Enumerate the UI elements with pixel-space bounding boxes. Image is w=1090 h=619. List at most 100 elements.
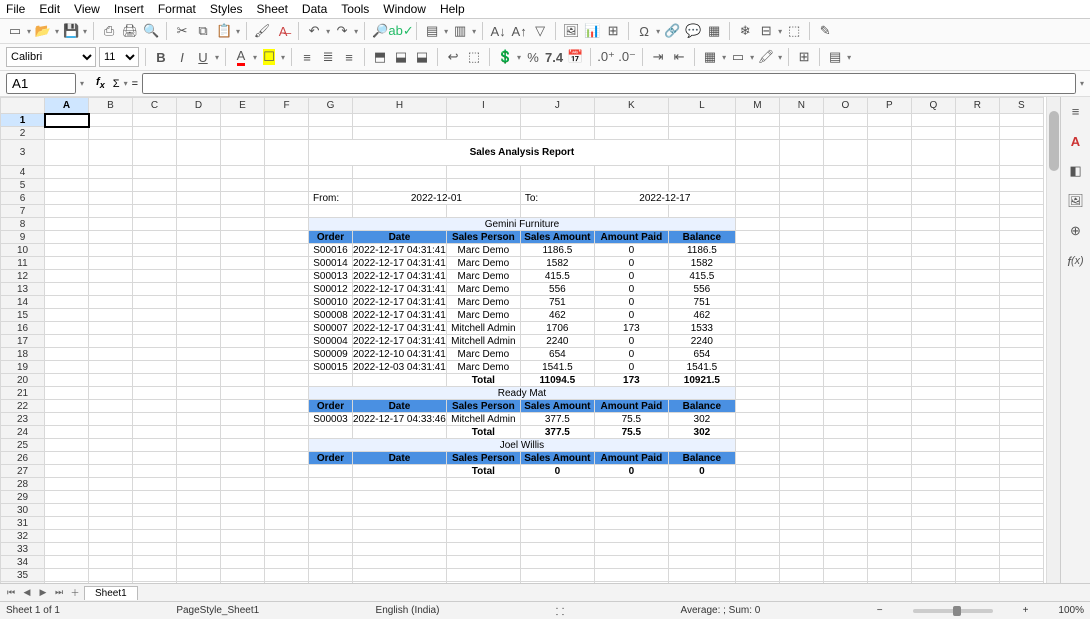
cell[interactable] [999,582,1043,584]
cell[interactable]: S00004 [309,335,353,348]
cell[interactable] [779,192,823,205]
cell[interactable] [520,127,594,140]
cell[interactable] [177,400,221,413]
cell[interactable] [265,452,309,465]
cell[interactable] [177,530,221,543]
wrap-icon[interactable]: ↩ [444,48,462,66]
cell[interactable] [779,582,823,584]
cell[interactable] [999,400,1043,413]
cell[interactable] [133,374,177,387]
cell[interactable] [221,244,265,257]
cell[interactable] [955,140,999,166]
cell[interactable]: 0 [594,296,668,309]
cell[interactable]: Order [309,452,353,465]
copy-icon[interactable]: ⧉ [194,22,212,40]
cell[interactable] [221,517,265,530]
cell[interactable] [735,296,779,309]
cell[interactable]: 1186.5 [520,244,594,257]
row-header-11[interactable]: 11 [1,257,45,270]
cell[interactable] [955,504,999,517]
row-header-7[interactable]: 7 [1,205,45,218]
cell[interactable]: 2022-12-17 04:31:41 [353,244,447,257]
cell[interactable] [221,179,265,192]
cell[interactable] [867,452,911,465]
cell[interactable] [265,140,309,166]
row-header-30[interactable]: 30 [1,504,45,517]
cell[interactable] [779,296,823,309]
cell[interactable] [999,413,1043,426]
cell[interactable]: 1533 [668,322,735,335]
row-header-24[interactable]: 24 [1,426,45,439]
tab-first-icon[interactable]: ⏮ [4,587,18,598]
menu-help[interactable]: Help [440,2,465,16]
cell[interactable] [779,322,823,335]
cell[interactable] [45,166,89,179]
column-header-C[interactable]: C [133,98,177,114]
cell[interactable] [221,205,265,218]
cell[interactable] [867,309,911,322]
cell[interactable] [45,296,89,309]
cell[interactable]: S00009 [309,348,353,361]
cell[interactable] [955,283,999,296]
status-selection-mode[interactable]: ⸬ [556,604,564,618]
cell[interactable] [89,296,133,309]
cell[interactable] [309,504,353,517]
row-header-18[interactable]: 18 [1,348,45,361]
cell[interactable] [133,270,177,283]
cell[interactable]: Order [309,231,353,244]
cell[interactable] [779,517,823,530]
menu-edit[interactable]: Edit [39,2,60,16]
cell[interactable] [520,582,594,584]
cell[interactable] [265,556,309,569]
cell[interactable] [867,322,911,335]
print-icon[interactable]: 🖨 [121,22,139,40]
cell[interactable] [955,270,999,283]
cell[interactable] [867,283,911,296]
cell[interactable] [177,478,221,491]
cell[interactable] [45,218,89,231]
cell[interactable] [520,556,594,569]
cell[interactable] [999,387,1043,400]
cell[interactable] [735,569,779,582]
cell[interactable] [133,166,177,179]
cell[interactable] [955,439,999,452]
cell[interactable] [999,192,1043,205]
cell[interactable] [89,205,133,218]
row-header-28[interactable]: 28 [1,478,45,491]
cell[interactable] [89,491,133,504]
cell[interactable] [309,374,353,387]
cell[interactable]: 2022-12-17 04:31:41 [353,283,447,296]
cell[interactable]: 75.5 [594,413,668,426]
cell[interactable] [999,166,1043,179]
cell[interactable] [735,270,779,283]
cell[interactable] [520,517,594,530]
cell[interactable] [133,335,177,348]
sidebar-styles-icon[interactable]: ◧ [1068,163,1084,179]
borders-icon[interactable]: ▦ [701,48,719,66]
cell[interactable] [999,296,1043,309]
cell[interactable] [45,192,89,205]
cell[interactable]: Marc Demo [446,270,520,283]
cell[interactable] [89,530,133,543]
cell[interactable] [779,400,823,413]
cell[interactable] [45,543,89,556]
cell[interactable] [867,491,911,504]
cell[interactable] [353,114,447,127]
cell[interactable] [265,543,309,556]
cell[interactable] [823,218,867,231]
cell[interactable] [823,348,867,361]
cell[interactable] [735,322,779,335]
cell[interactable] [133,140,177,166]
cell[interactable] [45,452,89,465]
cell[interactable] [353,465,447,478]
status-language[interactable]: English (India) [376,605,440,616]
column-header-J[interactable]: J [520,98,594,114]
cell[interactable] [735,400,779,413]
row-header-12[interactable]: 12 [1,270,45,283]
row-header-35[interactable]: 35 [1,569,45,582]
cell[interactable] [867,400,911,413]
cell[interactable] [735,452,779,465]
cell[interactable] [221,439,265,452]
cell[interactable] [265,400,309,413]
cell[interactable] [867,569,911,582]
